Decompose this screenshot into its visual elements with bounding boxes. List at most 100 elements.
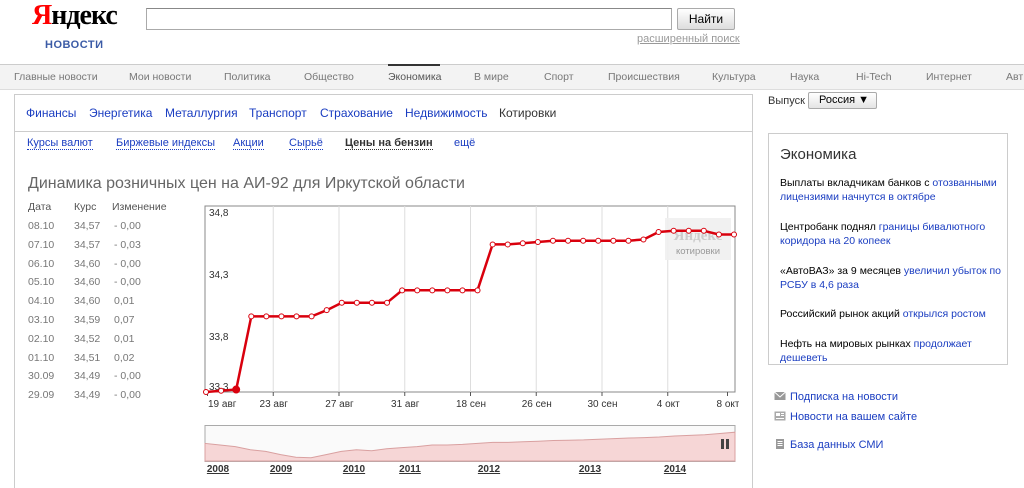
data-point (293, 313, 300, 320)
x-tick-label: 4 окт (657, 399, 680, 410)
topnav-item[interactable]: Авт (1006, 71, 1023, 83)
data-point (489, 241, 496, 248)
news-text: Российский рынок акций (780, 308, 903, 320)
main-content: Финансы Энергетика Металлургия Транспорт Стр… (14, 94, 753, 488)
quotes-tab[interactable]: Акции (233, 137, 264, 150)
year-label[interactable]: 2010 (343, 464, 366, 475)
section-tab[interactable]: Страхование (320, 106, 393, 120)
row-rate: 34,51 (74, 351, 101, 364)
topnav-item[interactable]: Политика (224, 71, 271, 83)
section-tab[interactable]: Транспорт (249, 106, 307, 120)
row-date: 05.10 (28, 276, 55, 289)
data-point (399, 287, 406, 294)
news-item: Российский рынок акций открылся ростом (780, 307, 1005, 321)
region-select[interactable]: Россия ▼ (808, 92, 877, 109)
topnav-item[interactable]: Общество (304, 71, 354, 83)
row-rate: 34,57 (74, 220, 101, 232)
topnav-item[interactable]: Культура (712, 71, 756, 83)
quotes-tab[interactable]: Цены на бензин (345, 137, 433, 150)
quotes-tab[interactable]: ещё (454, 137, 475, 149)
row-rate: 34,57 (74, 238, 101, 251)
yandex-logo[interactable]: Яндекс (32, 0, 118, 32)
data-point (580, 237, 587, 244)
topnav-item[interactable]: Наука (790, 71, 819, 83)
topnav-item[interactable]: Происшествия (608, 71, 680, 83)
topnav-item[interactable]: Спорт (544, 71, 574, 83)
year-label[interactable]: 2011 (399, 464, 421, 475)
row-date: 02.10 (28, 332, 55, 345)
section-tab[interactable]: Котировки (499, 106, 556, 120)
data-point (519, 240, 526, 247)
section-tab[interactable]: Финансы (26, 106, 76, 120)
row-date: 03.10 (28, 314, 55, 326)
subscribe-link[interactable]: Подписка на новости (774, 391, 898, 403)
watermark-subtitle: котировки (676, 246, 720, 257)
widget-link[interactable]: Новости на вашем сайте (774, 411, 917, 423)
section-tab[interactable]: Энергетика (89, 106, 152, 120)
data-point (459, 287, 466, 294)
table-row: 03.10 34,59 0,07 (28, 314, 188, 332)
row-rate: 34,52 (74, 332, 101, 345)
data-point (731, 231, 737, 238)
data-point (625, 237, 632, 244)
search-input[interactable] (146, 8, 672, 30)
media-database-link[interactable]: База данных СМИ (774, 439, 883, 451)
overview-navigator[interactable]: 2008 2009 2010 2011 2012 2013 2014 (189, 425, 739, 475)
news-item: Выплаты вкладчикам банков с отозванными … (780, 176, 1005, 204)
data-point (338, 299, 345, 306)
top-navigation: Главные новости Мои новости Политика Общест… (0, 64, 1024, 90)
topnav-item[interactable]: Мои новости (129, 71, 191, 83)
data-point (595, 237, 602, 244)
table-row: 30.09 34,49 - 0,00 (28, 370, 188, 388)
topnav-item[interactable]: Главные новости (14, 71, 98, 83)
section-tab[interactable]: Металлургия (165, 106, 238, 120)
quotes-subnav: Курсы валют Биржевые индексы Акции Сырьё Цен… (15, 132, 752, 156)
data-point (353, 299, 360, 306)
year-label[interactable]: 2008 (207, 464, 230, 475)
data-point (384, 299, 391, 306)
topnav-item[interactable]: Hi-Tech (856, 71, 892, 83)
year-label[interactable]: 2009 (270, 464, 293, 475)
data-point (685, 227, 692, 234)
logo-subtitle[interactable]: НОВОСТИ (45, 39, 104, 51)
year-label[interactable]: 2014 (664, 464, 687, 475)
topnav-item[interactable]: Интернет (926, 71, 972, 83)
data-point (429, 287, 436, 294)
x-tick-label: 31 авг (391, 399, 420, 410)
row-change: - 0,03 (114, 238, 141, 251)
row-change: 0,07 (114, 314, 135, 326)
data-point (263, 313, 270, 320)
search-button[interactable]: Найти (677, 8, 735, 30)
row-change: - 0,00 (114, 389, 141, 402)
year-label[interactable]: 2012 (478, 464, 501, 475)
y-tick-label: 34,3 (209, 270, 229, 281)
advanced-search-link[interactable]: расширенный поиск (637, 33, 740, 45)
row-date: 04.10 (28, 295, 55, 308)
table-row: 01.10 34,51 0,02 (28, 352, 188, 370)
row-rate: 34,49 (74, 370, 101, 383)
year-label[interactable]: 2013 (579, 464, 602, 475)
envelope-icon (774, 391, 786, 400)
news-link[interactable]: открылся ростом (903, 308, 986, 320)
topnav-item[interactable]: Экономика (388, 71, 441, 83)
table-row: 08.10 34,57 - 0,00 (28, 220, 188, 238)
quotes-tab[interactable]: Биржевые индексы (116, 137, 215, 150)
row-change: - 0,00 (114, 370, 141, 383)
news-item: Нефть на мировых рынках продолжает дешев… (780, 337, 1005, 365)
section-tab[interactable]: Недвижимость (405, 106, 488, 120)
news-item: «АвтоВАЗ» за 9 месяцев увеличил убыток п… (780, 264, 1005, 292)
quotes-tab[interactable]: Сырьё (289, 137, 323, 150)
data-point (444, 287, 451, 294)
row-date: 07.10 (28, 238, 55, 251)
price-line-chart[interactable]: 19 авг 23 авг 27 авг 31 авг 18 сен 26 сен 30 с… (189, 203, 739, 415)
row-rate: 34,60 (74, 276, 101, 289)
data-point (474, 287, 481, 294)
row-date: 29.09 (28, 389, 55, 402)
table-row: 02.10 34,52 0,01 (28, 333, 188, 351)
topnav-item[interactable]: В мире (474, 71, 509, 83)
quotes-tab[interactable]: Курсы валют (27, 137, 93, 150)
col-header-date: Дата (28, 201, 52, 213)
data-point (715, 231, 722, 238)
data-point (670, 227, 677, 234)
document-icon (776, 439, 784, 449)
